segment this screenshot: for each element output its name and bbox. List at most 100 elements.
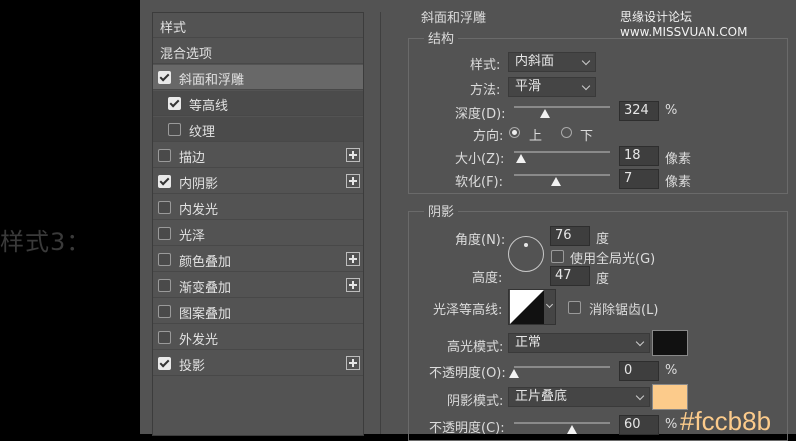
shadow-mode-select[interactable]: 正片叠底 bbox=[508, 387, 650, 407]
style-item-label: 投影 bbox=[179, 359, 206, 374]
direction-up-radio[interactable] bbox=[509, 127, 520, 138]
direction-down-radio[interactable] bbox=[561, 127, 572, 138]
highlight-opacity-unit: % bbox=[665, 363, 678, 378]
style-item-checkbox[interactable] bbox=[158, 149, 171, 162]
style-item-label: 光泽 bbox=[179, 229, 206, 244]
panel-divider bbox=[380, 12, 381, 434]
shadow-opacity-thumb[interactable] bbox=[567, 425, 577, 434]
style-item-label: 描边 bbox=[179, 151, 206, 166]
method-select-value: 平滑 bbox=[515, 79, 542, 94]
method-select[interactable]: 平滑 bbox=[508, 77, 596, 97]
blending-options[interactable]: 混合选项 bbox=[153, 39, 363, 64]
style-item[interactable]: 外发光 bbox=[153, 325, 363, 350]
chevron-down-icon bbox=[635, 391, 645, 401]
size-thumb[interactable] bbox=[516, 154, 526, 163]
style-item-checkbox[interactable] bbox=[158, 227, 171, 240]
chevron-down-icon bbox=[545, 300, 554, 309]
style-item-label: 等高线 bbox=[189, 99, 229, 114]
style-item-label: 颜色叠加 bbox=[179, 255, 232, 270]
depth-slider[interactable] bbox=[514, 106, 610, 118]
style-item[interactable]: 投影 bbox=[153, 351, 363, 376]
style-item-checkbox[interactable] bbox=[158, 331, 171, 344]
styles-list: 样式 混合选项 斜面和浮雕等高线纹理描边内阴影内发光光泽颜色叠加渐变叠加 图案叠加… bbox=[152, 12, 364, 436]
highlight-mode-label: 高光模式: bbox=[447, 340, 504, 355]
shadow-opacity-unit: % bbox=[665, 417, 678, 432]
style-select[interactable]: 内斜面 bbox=[508, 52, 596, 72]
size-slider[interactable] bbox=[514, 151, 610, 163]
shadow-opacity-input[interactable]: 60 bbox=[619, 415, 659, 435]
style-item-checkbox[interactable] bbox=[158, 305, 171, 318]
style-item-checkbox[interactable] bbox=[168, 123, 181, 136]
shadow-opacity-slider[interactable] bbox=[514, 422, 610, 434]
highlight-mode-value: 正常 bbox=[515, 335, 542, 350]
size-input[interactable]: 18 bbox=[619, 146, 659, 166]
size-track bbox=[514, 151, 610, 153]
style-item-checkbox[interactable] bbox=[168, 97, 181, 110]
chevron-down-icon bbox=[581, 81, 591, 91]
highlight-color-swatch[interactable] bbox=[652, 330, 688, 356]
direction-down-label: 下 bbox=[580, 129, 594, 144]
style-item[interactable]: 渐变叠加 bbox=[153, 273, 363, 298]
style-item[interactable]: 光泽 bbox=[153, 221, 363, 246]
add-effect-icon[interactable] bbox=[346, 278, 360, 292]
antialias-checkbox[interactable] bbox=[568, 301, 581, 314]
angle-dial-dot bbox=[524, 243, 528, 247]
soften-input[interactable]: 7 bbox=[619, 169, 659, 189]
highlight-opacity-slider[interactable] bbox=[509, 366, 610, 378]
gloss-contour-picker[interactable] bbox=[508, 289, 556, 325]
angle-unit: 度 bbox=[596, 232, 610, 247]
highlight-opacity-thumb[interactable] bbox=[509, 369, 519, 378]
method-label: 方法: bbox=[470, 83, 501, 98]
shadow-mode-label: 阴影模式: bbox=[447, 394, 504, 409]
style-item[interactable]: 图案叠加 bbox=[153, 299, 363, 324]
add-effect-icon[interactable] bbox=[346, 148, 360, 162]
styles-header[interactable]: 样式 bbox=[153, 13, 363, 38]
style-item[interactable]: 描边 bbox=[153, 143, 363, 168]
style-item-checkbox[interactable] bbox=[158, 357, 171, 370]
style-item[interactable]: 斜面和浮雕 bbox=[153, 65, 363, 90]
style-item-checkbox[interactable] bbox=[158, 253, 171, 266]
add-effect-icon[interactable] bbox=[346, 252, 360, 266]
chevron-down-icon bbox=[635, 337, 645, 347]
style-item-checkbox[interactable] bbox=[158, 175, 171, 188]
bevel-title: 斜面和浮雕 bbox=[421, 11, 487, 26]
add-effect-icon[interactable] bbox=[346, 356, 360, 370]
style-label: 样式: bbox=[470, 58, 501, 73]
highlight-opacity-track bbox=[514, 366, 610, 368]
depth-thumb[interactable] bbox=[540, 109, 550, 118]
altitude-unit: 度 bbox=[596, 272, 610, 287]
highlight-opacity-label: 不透明度(O): bbox=[429, 366, 506, 381]
shadow-opacity-track bbox=[514, 422, 610, 424]
add-effect-icon[interactable] bbox=[346, 174, 360, 188]
shadow-opacity-label: 不透明度(C): bbox=[429, 421, 505, 436]
soften-slider[interactable] bbox=[514, 174, 610, 186]
size-label: 大小(Z): bbox=[455, 152, 505, 167]
style-item[interactable]: 等高线 bbox=[153, 91, 363, 116]
style-item[interactable]: 颜色叠加 bbox=[153, 247, 363, 272]
soften-thumb[interactable] bbox=[551, 177, 561, 186]
highlight-mode-select[interactable]: 正常 bbox=[508, 333, 650, 353]
watermark: 思缘设计论坛 www.MISSVUAN.COM bbox=[620, 10, 748, 39]
style-item[interactable]: 内阴影 bbox=[153, 169, 363, 194]
angle-dial[interactable] bbox=[508, 236, 544, 272]
shadow-mode-value: 正片叠底 bbox=[515, 389, 568, 404]
antialias-label: 消除锯齿(L) bbox=[589, 303, 659, 318]
highlight-opacity-input[interactable]: 0 bbox=[619, 361, 659, 381]
style-item-label: 外发光 bbox=[179, 333, 219, 348]
depth-unit: % bbox=[665, 103, 678, 118]
depth-input[interactable]: 324 bbox=[619, 101, 659, 121]
angle-input[interactable]: 76 bbox=[550, 226, 590, 246]
style-item[interactable]: 内发光 bbox=[153, 195, 363, 220]
altitude-label: 高度: bbox=[472, 271, 503, 286]
soften-unit: 像素 bbox=[665, 175, 692, 190]
style-item-checkbox[interactable] bbox=[158, 71, 171, 84]
global-light-checkbox[interactable] bbox=[551, 250, 564, 263]
style-item-checkbox[interactable] bbox=[158, 201, 171, 214]
style-item-checkbox[interactable] bbox=[158, 279, 171, 292]
blending-options-label: 混合选项 bbox=[160, 47, 213, 62]
style-item-label: 内发光 bbox=[179, 203, 219, 218]
depth-track bbox=[514, 106, 610, 108]
altitude-input[interactable]: 47 bbox=[550, 266, 590, 286]
color-code-note: #fccb8b bbox=[680, 406, 772, 436]
style-item[interactable]: 纹理 bbox=[153, 117, 363, 142]
